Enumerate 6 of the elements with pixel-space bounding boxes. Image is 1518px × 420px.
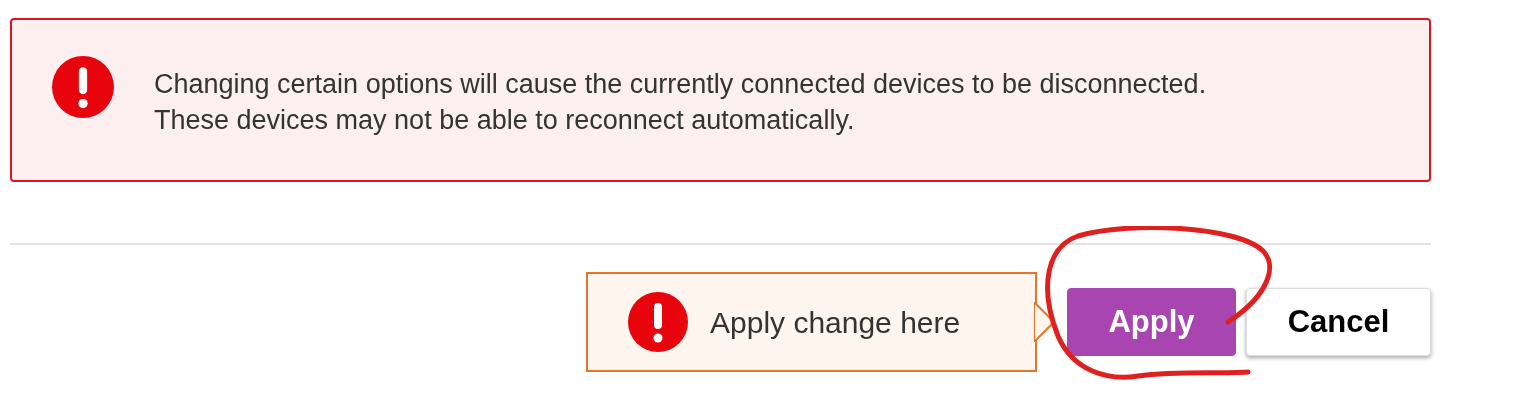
error-icon (52, 56, 114, 118)
apply-button[interactable]: Apply (1067, 288, 1236, 356)
cancel-button[interactable]: Cancel (1246, 288, 1431, 356)
callout-text: Apply change here (710, 304, 961, 341)
alert-message: Changing certain options will cause the currently connected devices to be disconnected. These devices may not be able to reconnect automatically. (154, 68, 1208, 137)
error-icon (628, 292, 688, 352)
